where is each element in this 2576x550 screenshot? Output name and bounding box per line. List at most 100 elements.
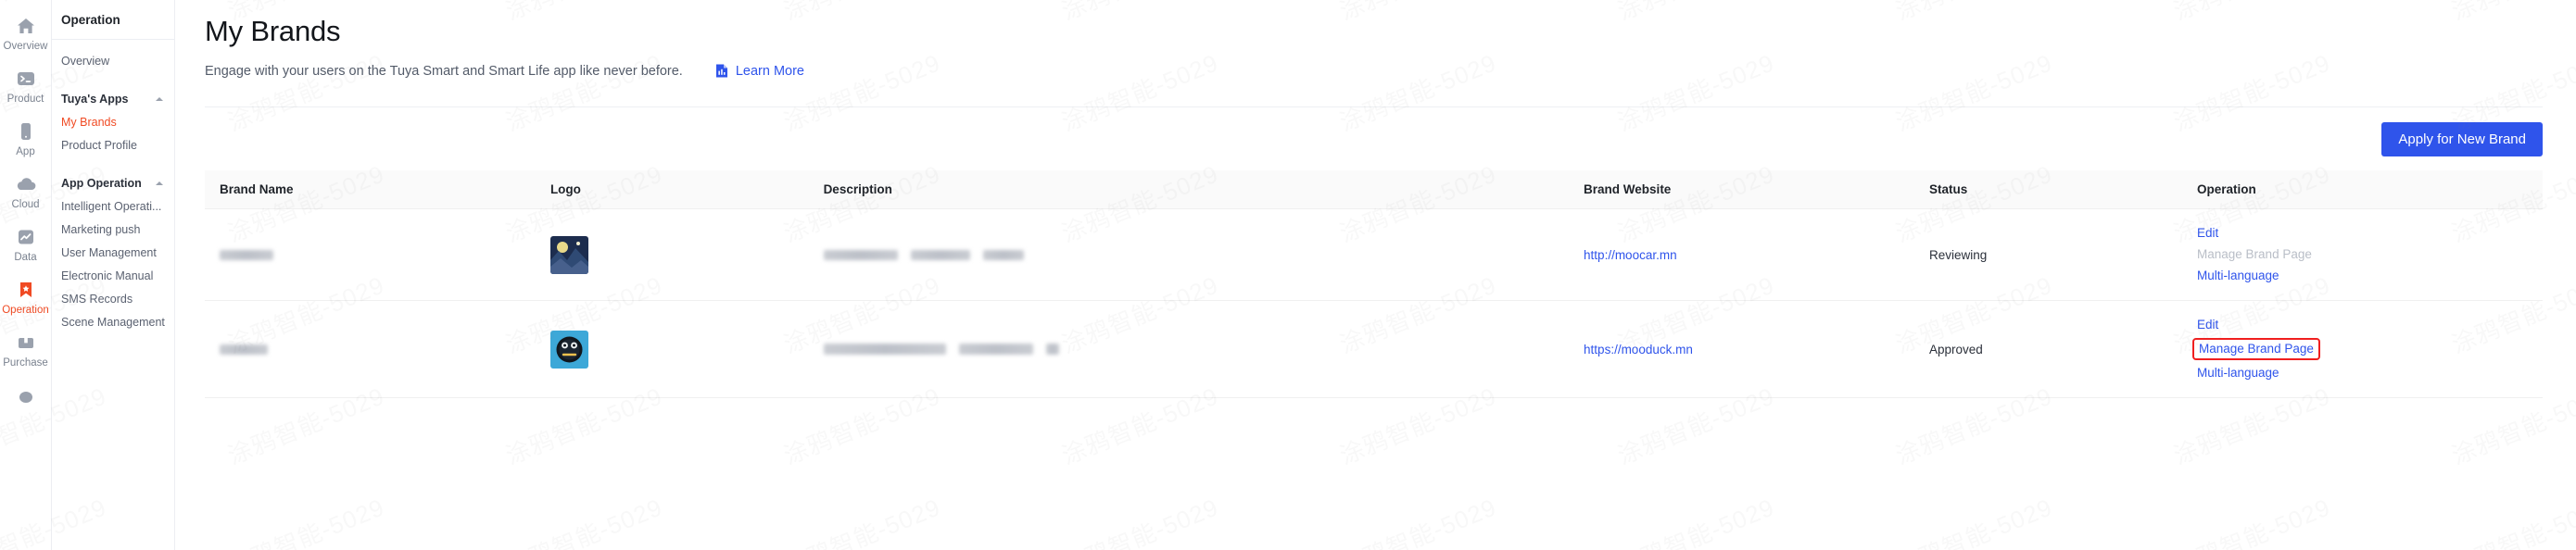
subnav-label: Marketing push bbox=[61, 222, 141, 236]
column-header-description: Description bbox=[823, 170, 1585, 209]
chevron-up-icon bbox=[156, 181, 163, 185]
cell-description bbox=[823, 300, 1585, 398]
subnav-item-product-profile[interactable]: Product Profile bbox=[52, 133, 174, 156]
cell-brand-website: https://mooduck.mn bbox=[1584, 300, 1929, 398]
page-subtitle: Engage with your users on the Tuya Smart… bbox=[205, 63, 683, 79]
multi-language-link[interactable]: Multi-language bbox=[2197, 268, 2279, 284]
terminal-icon bbox=[14, 67, 38, 91]
chart-icon bbox=[14, 225, 38, 249]
column-header-operation: Operation bbox=[2197, 170, 2543, 209]
rail-item-product[interactable]: Product bbox=[0, 60, 52, 113]
subnav-label: Scene Management bbox=[61, 315, 165, 329]
rail-item-data[interactable]: Data bbox=[0, 219, 52, 271]
subnav-item-user-management[interactable]: User Management bbox=[52, 241, 174, 264]
edit-link[interactable]: Edit bbox=[2197, 225, 2218, 242]
subnav-group-app-operation[interactable]: App Operation bbox=[52, 171, 174, 194]
multi-language-link[interactable]: Multi-language bbox=[2197, 365, 2279, 381]
home-icon bbox=[14, 14, 38, 38]
table-header: Brand Name Logo Description Brand Websit… bbox=[205, 170, 2543, 209]
subnav-item-electronic-manual[interactable]: Electronic Manual bbox=[52, 264, 174, 287]
primary-nav-rail: Overview Product App Cloud Data Operatio… bbox=[0, 0, 52, 550]
subnav-label: Overview bbox=[61, 54, 110, 68]
manage-brand-page-link: Manage Brand Page bbox=[2197, 247, 2312, 261]
subnav-item-my-brands[interactable]: My Brands bbox=[52, 110, 174, 133]
page-subtitle-row: Engage with your users on the Tuya Smart… bbox=[205, 63, 2543, 79]
ellipsis-icon bbox=[14, 383, 38, 407]
redacted-description bbox=[823, 249, 1584, 260]
table-body: http://moocar.mn Reviewing Edit Manage B… bbox=[205, 208, 2543, 398]
subnav-label: Electronic Manual bbox=[61, 269, 154, 282]
edit-link[interactable]: Edit bbox=[2197, 317, 2218, 333]
document-icon bbox=[714, 63, 729, 79]
cell-brand-name bbox=[205, 208, 550, 301]
rail-label: Purchase bbox=[3, 357, 48, 369]
header-divider bbox=[205, 106, 2543, 107]
cell-status: Approved bbox=[1928, 300, 2198, 398]
table-header-row: Brand Name Logo Description Brand Websit… bbox=[205, 170, 2543, 209]
brand-website-link[interactable]: http://moocar.mn bbox=[1584, 248, 1677, 262]
secondary-nav: Operation Overview Tuya's Apps My Brands… bbox=[52, 0, 175, 550]
rail-label: Operation bbox=[2, 305, 49, 316]
cell-operation: Edit Manage Brand Page Multi-language bbox=[2197, 208, 2543, 301]
subnav-label: SMS Records bbox=[61, 292, 133, 306]
cell-logo bbox=[549, 300, 824, 398]
brands-table: Brand Name Logo Description Brand Websit… bbox=[205, 170, 2543, 398]
rail-item-overview[interactable]: Overview bbox=[0, 7, 52, 60]
subnav-item-sms-records[interactable]: SMS Records bbox=[52, 287, 174, 310]
cell-description bbox=[823, 208, 1585, 301]
status-text: Approved bbox=[1928, 342, 1983, 356]
brand-logo-image bbox=[549, 235, 588, 274]
rail-item-cloud[interactable]: Cloud bbox=[0, 166, 52, 219]
column-header-brand-website: Brand Website bbox=[1584, 170, 1929, 209]
toolbar: Apply for New Brand bbox=[205, 122, 2543, 156]
cell-operation: Edit Manage Brand Page Multi-language bbox=[2192, 300, 2543, 398]
redacted-brand-name bbox=[220, 344, 268, 356]
chevron-up-icon bbox=[156, 96, 163, 101]
box-icon bbox=[14, 331, 38, 355]
cloud-icon bbox=[14, 172, 38, 196]
column-header-logo: Logo bbox=[549, 170, 824, 209]
rail-item-operation[interactable]: Operation bbox=[0, 271, 52, 324]
subnav-item-marketing-push[interactable]: Marketing push bbox=[52, 218, 174, 241]
rail-label: Cloud bbox=[11, 199, 40, 210]
manage-brand-page-link[interactable]: Manage Brand Page bbox=[2192, 338, 2320, 360]
operation-links: Edit Manage Brand Page Multi-language bbox=[2192, 317, 2543, 381]
subnav-item-overview[interactable]: Overview bbox=[52, 49, 174, 72]
rail-item-extra[interactable] bbox=[0, 377, 52, 415]
subnav-label: Tuya's Apps bbox=[61, 92, 129, 106]
column-header-status: Status bbox=[1928, 170, 2198, 209]
secondary-nav-title: Operation bbox=[52, 0, 174, 40]
subnav-label: App Operation bbox=[61, 176, 142, 190]
table-row: http://moocar.mn Reviewing Edit Manage B… bbox=[205, 208, 2543, 301]
rail-item-purchase[interactable]: Purchase bbox=[0, 324, 52, 377]
cell-brand-website: http://moocar.mn bbox=[1584, 208, 1929, 301]
rail-item-app[interactable]: App bbox=[0, 113, 52, 166]
subnav-item-scene-management[interactable]: Scene Management bbox=[52, 310, 174, 333]
cell-brand-name bbox=[205, 300, 550, 398]
learn-more-label: Learn More bbox=[735, 63, 804, 79]
subnav-item-intelligent-operation[interactable]: Intelligent Operati... bbox=[52, 194, 174, 218]
cell-status: Reviewing bbox=[1928, 208, 2198, 301]
subnav-label: User Management bbox=[61, 245, 157, 259]
redacted-description bbox=[823, 344, 1584, 355]
brand-logo-image bbox=[549, 330, 588, 369]
column-header-brand-name: Brand Name bbox=[205, 170, 550, 209]
subnav-label: My Brands bbox=[61, 115, 117, 129]
table-row: https://mooduck.mn Approved Edit Manage … bbox=[205, 300, 2543, 398]
subnav-group-tuyas-apps[interactable]: Tuya's Apps bbox=[52, 87, 174, 110]
secondary-nav-list: Overview Tuya's Apps My Brands Product P… bbox=[52, 40, 174, 333]
main-content: My Brands Engage with your users on the … bbox=[175, 0, 2576, 550]
redacted-brand-name bbox=[220, 250, 273, 261]
subnav-label: Product Profile bbox=[61, 138, 137, 152]
rail-label: Overview bbox=[3, 41, 48, 52]
apply-for-new-brand-button[interactable]: Apply for New Brand bbox=[2381, 122, 2543, 156]
cell-logo bbox=[549, 208, 824, 301]
rail-label: Data bbox=[14, 252, 37, 263]
page-title: My Brands bbox=[205, 15, 341, 47]
status-text: Reviewing bbox=[1928, 247, 1988, 262]
brand-website-link[interactable]: https://mooduck.mn bbox=[1584, 343, 1693, 356]
learn-more-link[interactable]: Learn More bbox=[714, 63, 804, 79]
phone-icon bbox=[14, 119, 38, 144]
rail-label: Product bbox=[6, 94, 44, 105]
subnav-label: Intelligent Operati... bbox=[61, 199, 162, 213]
